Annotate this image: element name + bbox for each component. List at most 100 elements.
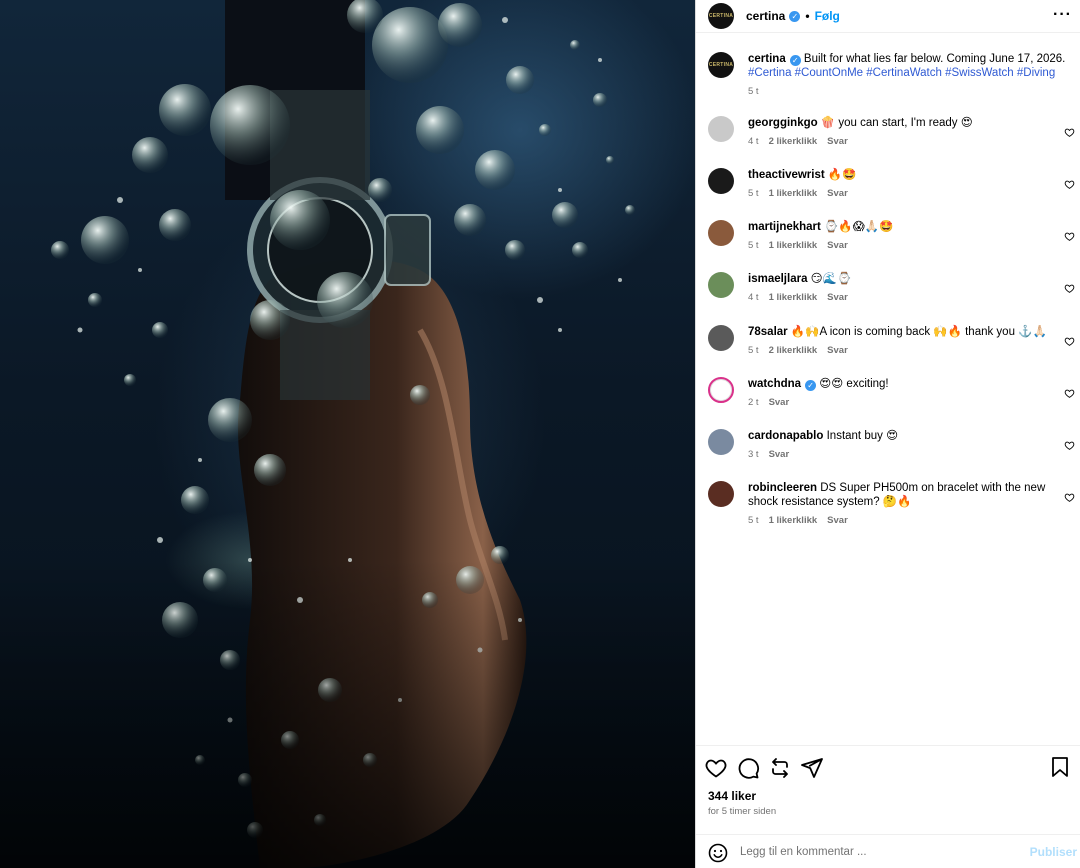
comment-item: ismaeljlara 😏🌊⌚️ 4 t 1 likerklikk Svar [708,272,1075,305]
bookmark-icon[interactable] [1050,756,1070,778]
comment-likes[interactable]: 1 likerklikk [769,292,818,303]
reply-button[interactable]: Svar [827,292,848,303]
comment-like-heart-icon[interactable] [1064,440,1075,451]
commenter-avatar[interactable] [708,220,734,246]
comment-item: martijnekhart ⌚️🔥😱🙏🏻🤩 5 t 1 likerklikk Svar [708,220,1075,253]
comment-text: 😏🌊⌚️ [810,273,852,285]
reply-button[interactable]: Svar [827,188,848,199]
comment-username[interactable]: ismaeljlara [748,273,807,285]
commenter-avatar[interactable] [708,377,734,403]
separator-dot: • [805,9,810,23]
comment-item: watchdna ✓ 😍😍 exciting! 2 t Svar [708,377,1075,410]
comment-time[interactable]: 5 t [748,188,759,199]
comment-time[interactable]: 5 t [748,240,759,251]
comment-composer: Publiser [696,834,1080,868]
comment-body: robincleeren DS Super PH500m on bracelet… [748,481,1053,528]
repost-icon[interactable] [768,756,792,780]
reply-button[interactable]: Svar [827,515,848,526]
comment-item: theactivewrist 🔥🤩 5 t 1 likerklikk Svar [708,168,1075,201]
comment-body: theactivewrist 🔥🤩 5 t 1 likerklikk Svar [748,168,1053,201]
comment-time[interactable]: 5 t [748,515,759,526]
comment-time[interactable]: 4 t [748,292,759,303]
comment-likes[interactable]: 2 likerklikk [769,136,818,147]
comment-icon[interactable] [736,756,760,780]
reply-button[interactable]: Svar [769,449,790,460]
comment-username[interactable]: 78salar [748,326,788,338]
certina-logo: CERTINA [708,62,734,68]
more-options-icon[interactable]: ··· [1053,6,1072,24]
comment-likes[interactable]: 2 likerklikk [769,345,818,356]
comment-username[interactable]: georgginkgo [748,117,818,129]
comment-username[interactable]: theactivewrist [748,169,825,181]
underwater-watch-photo [0,0,695,868]
comment-time[interactable]: 4 t [748,136,759,147]
comment-like-heart-icon[interactable] [1064,127,1075,138]
comment-like-heart-icon[interactable] [1064,336,1075,347]
certina-logo: CERTINA [708,13,734,19]
comment-meta: 4 t 2 likerklikk Svar [748,135,1053,149]
comment-time[interactable]: 3 t [748,449,759,460]
comment-username[interactable]: watchdna [748,378,801,390]
comment-likes[interactable]: 1 likerklikk [769,515,818,526]
comment-text: 😍😍 exciting! [819,378,889,390]
comment-text: Instant buy 😍 [826,430,899,442]
post-actions: 344 liker for 5 timer siden Publiser [696,745,1080,868]
commenter-avatar[interactable] [708,325,734,351]
comment-body: georgginkgo 🍿 you can start, I'm ready 😍… [748,116,1053,149]
commenter-avatar[interactable] [708,116,734,142]
comment-text: 🔥🙌A icon is coming back 🙌🔥 thank you ⚓️🙏… [790,326,1047,338]
caption-time[interactable]: 5 t [748,86,759,97]
comment-username[interactable]: robincleeren [748,482,817,494]
comment-meta: 2 t Svar [748,396,1053,410]
commenter-avatar[interactable] [708,481,734,507]
post-image[interactable] [0,0,695,868]
comment-item: 78salar 🔥🙌A icon is coming back 🙌🔥 thank… [708,325,1075,358]
reply-button[interactable]: Svar [827,240,848,251]
comment-likes[interactable]: 1 likerklikk [769,240,818,251]
commenter-avatar[interactable] [708,272,734,298]
comment-body: 78salar 🔥🙌A icon is coming back 🙌🔥 thank… [748,325,1053,358]
caption-text: Built for what lies far below. Coming Ju… [803,53,1066,65]
caption-username[interactable]: certina [748,53,786,65]
verified-badge-icon: ✓ [789,10,801,22]
comment-meta: 5 t 1 likerklikk Svar [748,239,1053,253]
comment-input[interactable] [740,842,1020,862]
account-avatar[interactable]: CERTINA [708,3,734,29]
comment-item: cardonapablo Instant buy 😍 3 t Svar [708,429,1075,462]
comment-meta: 4 t 1 likerklikk Svar [748,291,1053,305]
comment-body: watchdna ✓ 😍😍 exciting! 2 t Svar [748,377,1053,410]
share-icon[interactable] [800,756,824,780]
verified-badge-icon: ✓ [789,55,801,66]
comment-like-heart-icon[interactable] [1064,179,1075,190]
comment-meta: 5 t 2 likerklikk Svar [748,344,1053,358]
reply-button[interactable]: Svar [827,136,848,147]
comment-text: ⌚️🔥😱🙏🏻🤩 [824,221,894,233]
comment-username[interactable]: cardonapablo [748,430,823,442]
account-username[interactable]: certina [746,9,785,23]
heart-icon[interactable] [704,756,728,780]
comment-like-heart-icon[interactable] [1064,231,1075,242]
reply-button[interactable]: Svar [827,345,848,356]
caption-avatar[interactable]: CERTINA [708,52,734,78]
comment-body: martijnekhart ⌚️🔥😱🙏🏻🤩 5 t 1 likerklikk Svar [748,220,1053,253]
commenter-avatar[interactable] [708,168,734,194]
reply-button[interactable]: Svar [769,397,790,408]
comment-like-heart-icon[interactable] [1064,492,1075,503]
comment-likes[interactable]: 1 likerklikk [769,188,818,199]
caption-hashtags[interactable]: #Certina #CountOnMe #CertinaWatch #Swiss… [748,67,1055,79]
comment-like-heart-icon[interactable] [1064,283,1075,294]
comment-username[interactable]: martijnekhart [748,221,821,233]
comment-meta: 5 t 1 likerklikk Svar [748,187,1053,201]
publish-button[interactable]: Publiser [1030,845,1077,859]
post-caption: CERTINA certina ✓ Built for what lies far… [708,52,1068,99]
comment-time[interactable]: 2 t [748,397,759,408]
comment-text: 🍿 you can start, I'm ready 😍 [820,117,973,129]
commenter-avatar[interactable] [708,429,734,455]
comment-meta: 3 t Svar [748,448,1053,462]
likes-count[interactable]: 344 liker [708,789,756,803]
comment-body: ismaeljlara 😏🌊⌚️ 4 t 1 likerklikk Svar [748,272,1053,305]
comment-time[interactable]: 5 t [748,345,759,356]
emoji-icon[interactable] [708,843,728,863]
follow-button[interactable]: Følg [815,9,840,23]
comment-like-heart-icon[interactable] [1064,388,1075,399]
